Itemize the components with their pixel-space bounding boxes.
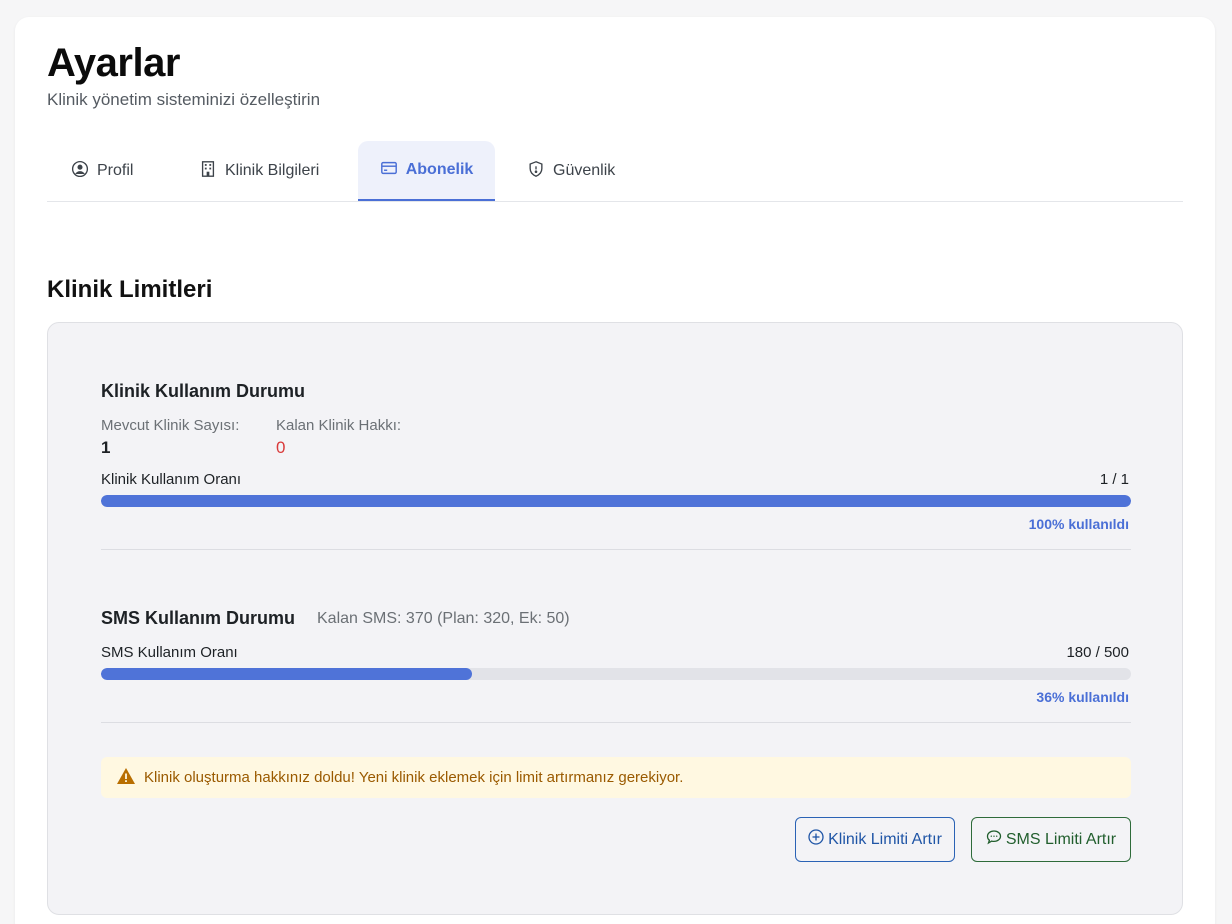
clinic-usage-progress-fill [101,495,1131,507]
clinic-usage-progress [101,495,1131,507]
tab-label: Abonelik [405,161,474,178]
button-label: SMS Limiti Artır [1005,830,1117,848]
increase-clinic-limit-button[interactable]: Klinik Limiti Artır [795,817,955,862]
current-clinic-value: 1 [101,438,111,457]
sms-remaining-text: Kalan SMS: 370 (Plan: 320, Ek: 50) [317,610,570,627]
tab-guvenlik[interactable]: Güvenlik [511,141,631,201]
plus-circle-icon [808,829,824,850]
building-icon [199,160,217,183]
page-title: Ayarlar [47,41,180,85]
tab-klinik-bilgileri[interactable]: Klinik Bilgileri [183,141,335,201]
alert-text: Klinik oluşturma hakkınız doldu! Yeni kl… [144,769,684,786]
clinic-rate-label: Klinik Kullanım Oranı [101,471,242,488]
credit-card-icon [380,159,398,182]
clinic-rate-value: 1 / 1 [1099,471,1129,488]
tab-label: Klinik Bilgileri [225,162,320,179]
button-label: Klinik Limiti Artır [828,830,942,848]
section-title: Klinik Limitleri [47,276,213,303]
user-circle-icon [71,160,89,183]
sms-usage-title: SMS Kullanım Durumu [101,608,296,628]
limits-panel: Klinik Kullanım Durumu Mevcut Klinik Say… [47,322,1183,915]
settings-tabs: Profil Klinik Bilgileri Abonelik Güvenli… [47,141,1183,202]
tab-label: Güvenlik [553,162,616,179]
remaining-clinic-value: 0 [276,438,286,457]
shield-icon [527,160,545,183]
divider [101,549,1131,550]
chat-bubble-icon [986,829,1002,850]
clinic-usage-percent: 100% kullanıldı [1028,516,1129,532]
current-clinic-label: Mevcut Klinik Sayısı: [101,417,240,434]
clinic-usage-title: Klinik Kullanım Durumu [101,381,306,401]
sms-usage-progress-fill [101,668,472,680]
remaining-clinic-label: Kalan Klinik Hakkı: [276,417,402,434]
sms-usage-percent: 36% kullanıldı [1036,689,1129,705]
sms-usage-progress [101,668,1131,680]
sms-rate-value: 180 / 500 [1066,644,1129,661]
page-subtitle: Klinik yönetim sisteminizi özelleştirin [47,90,321,109]
increase-sms-limit-button[interactable]: SMS Limiti Artır [971,817,1131,862]
tab-profil[interactable]: Profil [55,141,149,201]
tab-abonelik[interactable]: Abonelik [358,141,495,201]
divider [101,722,1131,723]
limit-warning-alert: Klinik oluşturma hakkınız doldu! Yeni kl… [101,757,1131,798]
warning-icon [116,766,136,790]
sms-rate-label: SMS Kullanım Oranı [101,644,238,661]
tab-label: Profil [97,162,134,179]
